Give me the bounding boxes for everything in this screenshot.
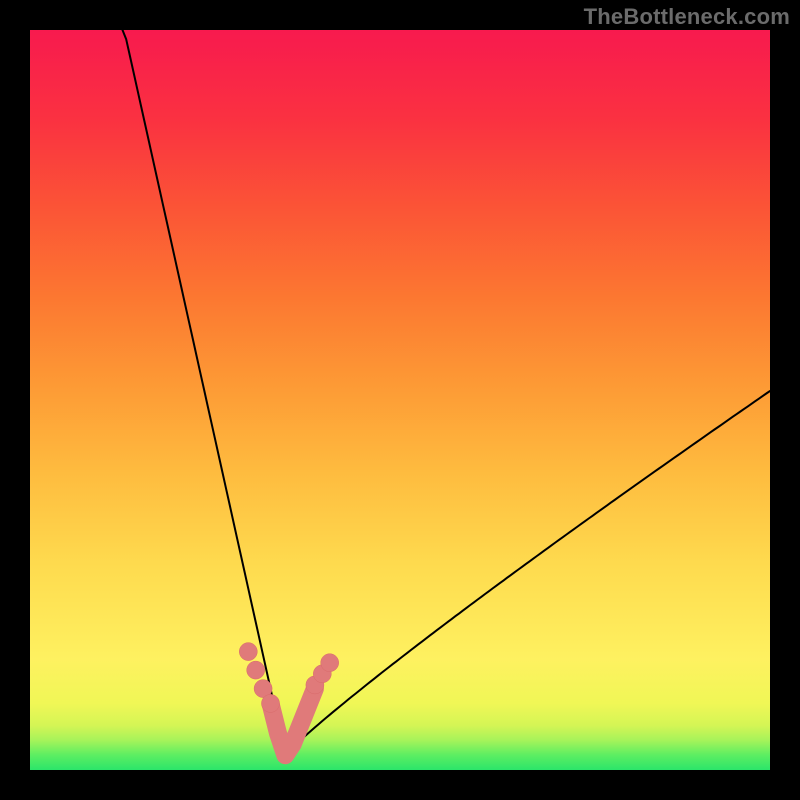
chart-plot-area bbox=[30, 30, 770, 770]
highlight-dot bbox=[247, 661, 265, 679]
highlight-dot bbox=[321, 654, 339, 672]
highlight-dot bbox=[239, 643, 257, 661]
bottleneck-curve-chart bbox=[30, 30, 770, 770]
bottleneck-curve bbox=[123, 30, 771, 755]
highlight-dot bbox=[262, 694, 280, 712]
highlight-dots bbox=[239, 643, 338, 713]
watermark-label: TheBottleneck.com bbox=[584, 4, 790, 30]
